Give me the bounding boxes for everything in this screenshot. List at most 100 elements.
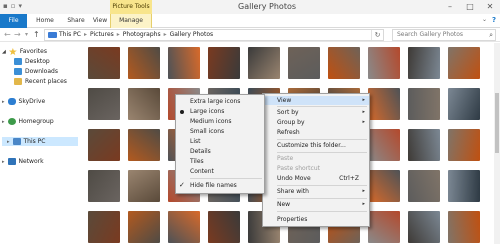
address-field[interactable]: This PC ▸ Pictures ▸ Photographs ▸ Galle… [44, 29, 384, 41]
photo-thumbnail[interactable] [128, 211, 160, 243]
expand-chevron-icon[interactable]: ▸ [7, 139, 10, 145]
forward-button[interactable]: → [14, 30, 21, 40]
maximize-button[interactable]: □ [460, 0, 480, 14]
photo-thumbnail[interactable] [128, 47, 160, 79]
qat-properties-icon[interactable]: ▪ [3, 2, 8, 11]
view-details[interactable]: Details [176, 147, 264, 156]
menu-item-sort-by[interactable]: Sort by ▸ [263, 108, 369, 117]
menu-item-view-label: View [277, 97, 292, 104]
search-input[interactable]: Search Gallery Photos ⌕ [392, 29, 496, 41]
menu-separator [277, 106, 367, 107]
nav-favorites[interactable]: ◢ Favorites [2, 47, 47, 56]
photo-thumbnail[interactable] [408, 211, 440, 243]
nav-network[interactable]: ▸ Network [2, 157, 44, 166]
photo-thumbnail[interactable] [128, 88, 160, 120]
menu-item-group-by[interactable]: Group by ▸ [263, 118, 369, 127]
photo-thumbnail[interactable] [448, 170, 480, 202]
crumb-separator-icon[interactable]: ▸ [117, 30, 120, 40]
expand-chevron-icon[interactable]: ▸ [2, 119, 5, 125]
photo-thumbnail[interactable] [168, 211, 200, 243]
search-icon[interactable]: ⌕ [489, 30, 493, 40]
close-button[interactable]: ✕ [480, 0, 500, 14]
tab-file[interactable]: File [0, 14, 27, 28]
photo-thumbnail[interactable] [88, 211, 120, 243]
photo-thumbnail[interactable] [208, 211, 240, 243]
vertical-scrollbar[interactable] [494, 43, 500, 244]
minimize-button[interactable]: – [440, 0, 460, 14]
crumb-separator-icon[interactable]: ▸ [164, 30, 167, 40]
menu-item-properties[interactable]: Properties [263, 215, 369, 224]
menu-item-view[interactable]: View ▸ [263, 96, 369, 105]
photo-thumbnail[interactable] [168, 47, 200, 79]
photo-thumbnail[interactable] [88, 88, 120, 120]
photo-thumbnail[interactable] [368, 211, 400, 243]
menu-item-share-with[interactable]: Share with ▸ [263, 187, 369, 196]
photo-thumbnail[interactable] [88, 47, 120, 79]
refresh-icon[interactable]: ↻ [371, 30, 383, 40]
nav-this-pc[interactable]: ▸ This PC [2, 137, 78, 146]
photo-thumbnail[interactable] [128, 170, 160, 202]
photo-thumbnail[interactable] [408, 88, 440, 120]
photo-thumbnail[interactable] [368, 88, 400, 120]
crumb-this-pc[interactable]: This PC [59, 30, 81, 40]
nav-recent-places[interactable]: Recent places [14, 77, 67, 86]
view-list[interactable]: List [176, 137, 264, 146]
view-small-icons[interactable]: Small icons [176, 127, 264, 136]
tab-view[interactable]: View [90, 14, 110, 28]
photo-thumbnail[interactable] [208, 47, 240, 79]
nav-downloads[interactable]: Downloads [14, 67, 58, 76]
crumb-pictures[interactable]: Pictures [90, 30, 114, 40]
tab-home[interactable]: Home [30, 14, 60, 28]
photo-thumbnail[interactable] [408, 129, 440, 161]
photo-thumbnail[interactable] [408, 47, 440, 79]
view-extra-large-icons[interactable]: Extra large icons [176, 97, 264, 106]
photo-thumbnail[interactable] [128, 129, 160, 161]
crumb-gallery-photos[interactable]: Gallery Photos [170, 30, 214, 40]
expand-chevron-icon[interactable]: ▸ [2, 159, 5, 165]
nav-homegroup[interactable]: ▸ Homegroup [2, 117, 54, 126]
menu-item-new[interactable]: New ▸ [263, 200, 369, 209]
photo-thumbnail[interactable] [288, 47, 320, 79]
menu-separator [190, 178, 262, 179]
help-icon[interactable]: ? [492, 15, 500, 25]
expand-chevron-icon[interactable]: ▸ [2, 99, 5, 105]
view-hide-file-names[interactable]: ✓ Hide file names [176, 181, 264, 190]
photo-thumbnail[interactable] [448, 47, 480, 79]
recent-locations-button[interactable]: ▾ [25, 30, 28, 40]
view-medium-icons[interactable]: Medium icons [176, 117, 264, 126]
tab-share[interactable]: Share [62, 14, 90, 28]
crumb-separator-icon[interactable]: ▸ [84, 30, 87, 40]
nav-desktop[interactable]: Desktop [14, 57, 50, 66]
photo-thumbnail[interactable] [248, 47, 280, 79]
photo-thumbnail[interactable] [368, 47, 400, 79]
qat-customize-icon[interactable]: ▾ [19, 2, 23, 11]
view-tiles[interactable]: Tiles [176, 157, 264, 166]
view-large-icons[interactable]: Large icons [176, 107, 264, 116]
nav-skydrive[interactable]: ▸ SkyDrive [2, 97, 45, 106]
photo-thumbnail[interactable] [88, 170, 120, 202]
collapse-chevron-icon[interactable]: ◢ [2, 49, 6, 55]
up-button[interactable]: ↑ [33, 30, 40, 40]
photo-thumbnail[interactable] [368, 129, 400, 161]
expand-ribbon-icon[interactable]: ⌄ [482, 15, 492, 25]
qat-new-folder-icon[interactable]: ▫ [11, 2, 16, 11]
photo-thumbnail[interactable] [448, 129, 480, 161]
photo-thumbnail[interactable] [328, 47, 360, 79]
photo-thumbnail[interactable] [448, 211, 480, 243]
view-content[interactable]: Content [176, 167, 264, 176]
nav-this-pc-label: This PC [23, 138, 46, 145]
crumb-photographs[interactable]: Photographs [123, 30, 161, 40]
menu-item-customize-folder[interactable]: Customize this folder... [263, 141, 369, 150]
menu-item-undo-move[interactable]: Undo Move Ctrl+Z [263, 174, 369, 183]
tab-manage[interactable]: Manage [110, 14, 152, 28]
menu-item-refresh[interactable]: Refresh [263, 128, 369, 137]
photo-thumbnail[interactable] [408, 170, 440, 202]
photo-thumbnail[interactable] [448, 88, 480, 120]
homegroup-icon [7, 118, 16, 125]
photo-thumbnail[interactable] [368, 170, 400, 202]
photo-thumbnail[interactable] [88, 129, 120, 161]
window-controls: – □ ✕ [440, 0, 500, 14]
nav-network-label: Network [18, 158, 44, 165]
scrollbar-thumb[interactable] [495, 93, 499, 153]
back-button[interactable]: ← [4, 30, 11, 40]
